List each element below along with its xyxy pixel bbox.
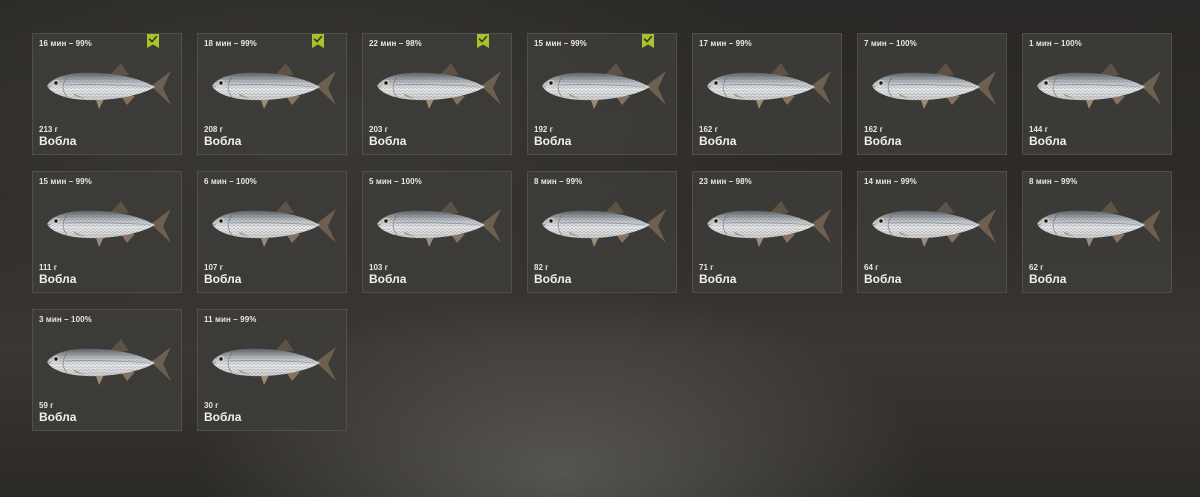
fish-card[interactable]: 15 мин – 99% — [32, 171, 182, 293]
fish-name: Вобла — [204, 272, 242, 286]
roach-fish-icon — [1036, 63, 1161, 109]
fish-weight: 162 г — [699, 125, 718, 134]
catch-grid: 16 мин – 99% 213 г Вобла 18 мин – 99% 20… — [32, 33, 1172, 431]
fish-card[interactable]: 6 мин – 100% 107 г Вобла — [197, 171, 347, 293]
check-badge-icon — [312, 34, 324, 48]
catch-time-quality: 14 мин – 99% — [864, 177, 917, 186]
fish-name: Вобла — [699, 272, 737, 286]
roach-fish-icon — [211, 339, 336, 385]
fish-card[interactable]: 5 мин – 100% 103 г Вобла — [362, 171, 512, 293]
catch-time-quality: 17 мин – 99% — [699, 39, 752, 48]
fish-name: Вобла — [204, 134, 242, 148]
catch-time-quality: 7 мин – 100% — [864, 39, 917, 48]
fish-card[interactable]: 8 мин – 99% — [527, 171, 677, 293]
fish-weight: 203 г — [369, 125, 388, 134]
fish-name: Вобла — [369, 134, 407, 148]
fish-weight: 192 г — [534, 125, 553, 134]
fish-name: Вобла — [864, 134, 902, 148]
fish-name: Вобла — [864, 272, 902, 286]
catch-time-quality: 22 мин – 98% — [369, 39, 422, 48]
fish-weight: 107 г — [204, 263, 223, 272]
fish-name: Вобла — [39, 272, 77, 286]
roach-fish-icon — [871, 63, 996, 109]
fish-weight: 64 г — [864, 263, 879, 272]
fish-weight: 62 г — [1029, 263, 1044, 272]
fish-card[interactable]: 22 мин – 98% 203 г Вобла — [362, 33, 512, 155]
fish-weight: 213 г — [39, 125, 58, 134]
catch-time-quality: 5 мин – 100% — [369, 177, 422, 186]
fish-weight: 59 г — [39, 401, 54, 410]
fish-name: Вобла — [39, 410, 77, 424]
roach-fish-icon — [706, 201, 831, 247]
fish-name: Вобла — [204, 410, 242, 424]
catch-time-quality: 11 мин – 99% — [204, 315, 257, 324]
fish-name: Вобла — [1029, 272, 1067, 286]
fish-card[interactable]: 1 мин – 100% 144 г Вобла — [1022, 33, 1172, 155]
fish-weight: 103 г — [369, 263, 388, 272]
fish-name: Вобла — [1029, 134, 1067, 148]
check-badge-icon — [477, 34, 489, 48]
fish-weight: 82 г — [534, 263, 549, 272]
fish-weight: 162 г — [864, 125, 883, 134]
check-badge-icon — [147, 34, 159, 48]
fish-name: Вобла — [534, 272, 572, 286]
fish-card[interactable]: 23 мин – 98% 71 г Вобла — [692, 171, 842, 293]
catch-time-quality: 18 мин – 99% — [204, 39, 257, 48]
roach-fish-icon — [46, 201, 171, 247]
fish-card[interactable]: 14 мин – 99% 64 г Вобла — [857, 171, 1007, 293]
roach-fish-icon — [541, 201, 666, 247]
roach-fish-icon — [871, 201, 996, 247]
fish-weight: 71 г — [699, 263, 714, 272]
roach-fish-icon — [211, 201, 336, 247]
fish-card[interactable]: 8 мин – 99% — [1022, 171, 1172, 293]
fish-card[interactable]: 7 мин – 100% 162 г Вобла — [857, 33, 1007, 155]
fish-name: Вобла — [369, 272, 407, 286]
fish-card[interactable]: 11 мин – 99% 30 г Вобла — [197, 309, 347, 431]
fish-weight: 111 г — [39, 263, 58, 272]
check-badge-icon — [642, 34, 654, 48]
roach-fish-icon — [1036, 201, 1161, 247]
catch-time-quality: 15 мин – 99% — [39, 177, 92, 186]
fish-weight: 144 г — [1029, 125, 1048, 134]
fish-card[interactable]: 15 мин – 99% — [527, 33, 677, 155]
roach-fish-icon — [541, 63, 666, 109]
catch-time-quality: 8 мин – 99% — [1029, 177, 1078, 186]
catch-time-quality: 1 мин – 100% — [1029, 39, 1082, 48]
fish-name: Вобла — [699, 134, 737, 148]
catch-time-quality: 16 мин – 99% — [39, 39, 92, 48]
fish-card[interactable]: 3 мин – 100% 59 г Вобла — [32, 309, 182, 431]
roach-fish-icon — [46, 63, 171, 109]
catch-time-quality: 8 мин – 99% — [534, 177, 583, 186]
fish-weight: 208 г — [204, 125, 223, 134]
fish-card[interactable]: 18 мин – 99% 208 г Вобла — [197, 33, 347, 155]
roach-fish-icon — [376, 201, 501, 247]
fish-name: Вобла — [534, 134, 572, 148]
fish-weight: 30 г — [204, 401, 219, 410]
catch-time-quality: 3 мин – 100% — [39, 315, 92, 324]
fish-card[interactable]: 17 мин – 99% 162 г Вобла — [692, 33, 842, 155]
roach-fish-icon — [706, 63, 831, 109]
roach-fish-icon — [211, 63, 336, 109]
roach-fish-icon — [376, 63, 501, 109]
catch-time-quality: 15 мин – 99% — [534, 39, 587, 48]
fish-card[interactable]: 16 мин – 99% 213 г Вобла — [32, 33, 182, 155]
fish-name: Вобла — [39, 134, 77, 148]
roach-fish-icon — [46, 339, 171, 385]
catch-time-quality: 6 мин – 100% — [204, 177, 257, 186]
catch-time-quality: 23 мин – 98% — [699, 177, 752, 186]
